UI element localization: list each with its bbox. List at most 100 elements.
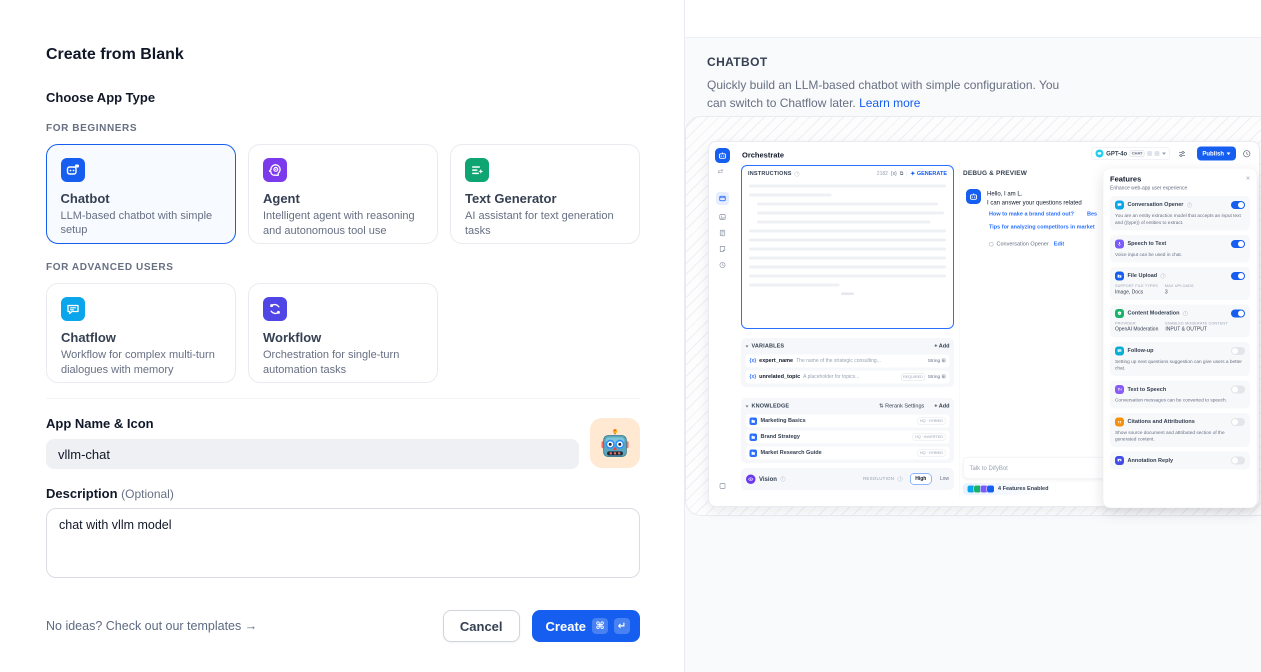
sidebar-item-orchestrate[interactable]	[716, 192, 729, 205]
dataset-badge: HQ · HYBRID	[917, 417, 945, 424]
variable-desc: The name of the strategic consulting...	[796, 358, 925, 364]
feature-card-file-upload: File Upload i SUPPORT FILE TYPESImage, D…	[1110, 267, 1250, 300]
toggle[interactable]	[1231, 240, 1245, 248]
feature-dot-icon	[987, 485, 995, 493]
sidebar-item-notes[interactable]	[718, 244, 728, 254]
preview-heading: CHATBOT	[707, 55, 1261, 69]
learn-more-link[interactable]: Learn more	[859, 96, 920, 110]
bot-message: Hello, I am L.	[987, 190, 1022, 198]
knowledge-header: KNOWLEDGE ⇅ Rerank Settings + Add	[746, 402, 950, 412]
toggle[interactable]	[1231, 272, 1245, 280]
feature-col-key: SUPPORT FILE TYPES	[1115, 284, 1158, 289]
page-title: Create from Blank	[46, 46, 640, 64]
app-type-card-agent[interactable]: Agent Intelligent agent with reasoning a…	[248, 144, 438, 244]
toggle[interactable]	[1231, 201, 1245, 209]
suggestion-link[interactable]: How to make a brand stand out?	[989, 211, 1074, 218]
feature-desc: Show source document and attributed sect…	[1115, 429, 1245, 442]
swap-icon[interactable]: ⇄	[718, 167, 724, 176]
rerank-settings-button[interactable]: ⇅ Rerank Settings	[879, 403, 924, 410]
info-icon: i	[1187, 203, 1192, 208]
model-selector-chip[interactable]: GPT-4o CHAT	[1092, 147, 1170, 160]
model-settings-icon[interactable]	[1178, 150, 1186, 161]
add-knowledge-button[interactable]: + Add	[934, 403, 949, 410]
toggle[interactable]	[1231, 310, 1245, 318]
generate-button[interactable]: GENERATE	[910, 171, 947, 178]
mini-app-window: ⇄	[708, 141, 1260, 507]
content-moderation-icon	[1115, 309, 1124, 318]
app-type-card-chatbot[interactable]: Chatbot LLM-based chatbot with simple se…	[46, 144, 236, 244]
card-title: Text Generator	[465, 191, 625, 206]
toggle[interactable]	[1231, 418, 1245, 426]
feature-card-content-moderation: Content Moderation i PROVIDEROpenAI Mode…	[1110, 305, 1250, 338]
add-variable-button[interactable]: + Add	[934, 343, 949, 350]
group-advanced-label: FOR ADVANCED USERS	[46, 262, 640, 273]
variable-insert-icon[interactable]: {x}	[891, 171, 897, 177]
toggle[interactable]	[1231, 386, 1245, 394]
chevron-down-icon	[1227, 152, 1231, 155]
variable-name: expert_name	[759, 358, 793, 365]
create-button[interactable]: Create ⌘ ↵	[532, 610, 640, 642]
description-label-text: Description	[46, 486, 118, 501]
description-textarea[interactable]	[46, 508, 640, 578]
resolution-high-option[interactable]: High	[910, 474, 931, 485]
feature-card-annotation-reply: Annotation Reply	[1110, 452, 1250, 470]
workflow-icon	[263, 297, 287, 321]
knowledge-row[interactable]: Brand Strategy HQ · INVERTED	[746, 431, 950, 444]
orchestrate-window: ⇄	[708, 141, 1260, 507]
model-provider-icon	[1096, 150, 1104, 158]
chatbot-icon	[61, 158, 85, 182]
feature-desc: You are an entity extraction model that …	[1115, 213, 1245, 226]
knowledge-row[interactable]: Market Research Guide HQ · HYBRID	[746, 447, 950, 460]
history-icon[interactable]	[1243, 150, 1252, 162]
agent-icon	[263, 158, 287, 182]
cancel-button[interactable]: Cancel	[443, 610, 520, 642]
model-param-icon	[1147, 151, 1152, 156]
app-type-card-workflow[interactable]: Workflow Orchestration for single-turn a…	[248, 283, 438, 383]
sidebar-item-collapse[interactable]	[718, 481, 728, 491]
opener-icon	[989, 242, 994, 247]
variable-row[interactable]: {x} unrelated_topic A placeholder for to…	[746, 371, 950, 384]
suggestion-link[interactable]: Tips for analyzing competitors in market	[989, 224, 1095, 231]
features-subtitle: Enhance web-app user experience	[1110, 185, 1250, 191]
sidebar-item-monitoring[interactable]	[718, 260, 728, 270]
chatflow-icon	[61, 297, 85, 321]
app-type-card-chatflow[interactable]: Chatflow Workflow for complex multi-turn…	[46, 283, 236, 383]
resolution-low-option[interactable]: Low	[940, 476, 949, 482]
feature-label: Follow-up	[1128, 348, 1154, 355]
toggle[interactable]	[1231, 347, 1245, 355]
info-icon: i	[1183, 311, 1188, 316]
vision-label: Vision	[759, 475, 777, 483]
sidebar-item-image[interactable]	[718, 212, 728, 222]
dataset-name: Market Research Guide	[761, 450, 914, 457]
knowledge-row[interactable]: Marketing Basics HQ · HYBRID	[746, 415, 950, 428]
knowledge-section: KNOWLEDGE ⇅ Rerank Settings + Add Market…	[741, 398, 954, 463]
collapse-icon[interactable]	[746, 406, 749, 408]
edit-link[interactable]: Edit	[1054, 241, 1064, 248]
feature-col-value: INPUT & OUTPUT	[1165, 327, 1227, 333]
collapse-icon[interactable]	[746, 346, 749, 348]
variable-row[interactable]: {x} expert_name The name of the strategi…	[746, 355, 950, 368]
text-generator-icon	[465, 158, 489, 182]
sparkle-icon	[910, 171, 916, 177]
info-icon: i	[780, 477, 785, 482]
dataset-icon	[750, 449, 758, 457]
variables-header: VARIABLES + Add	[746, 342, 950, 352]
copy-icon[interactable]: ⧉	[900, 171, 904, 177]
vision-section: Vision i RESOLUTION i High Low	[741, 468, 954, 490]
feature-col-key: PROVIDER	[1115, 321, 1158, 326]
sidebar-item-documents[interactable]	[718, 228, 728, 238]
app-type-card-text-generator[interactable]: Text Generator AI assistant for text gen…	[450, 144, 640, 244]
close-icon[interactable]: ×	[1246, 174, 1250, 183]
features-enabled-row[interactable]: 4 Features Enabled	[963, 483, 1052, 495]
app-icon-picker[interactable]	[590, 418, 640, 468]
variable-token-icon: {x}	[750, 358, 757, 364]
app-name-input[interactable]	[46, 439, 579, 469]
feature-desc: Setting up next questions suggestion can…	[1115, 358, 1245, 371]
feature-label: Text to Speech	[1128, 386, 1167, 393]
publish-button[interactable]: Publish	[1197, 147, 1236, 161]
templates-link[interactable]: No ideas? Check out our templates →	[46, 619, 257, 633]
card-desc: LLM-based chatbot with simple setup	[61, 209, 222, 238]
suggestion-link[interactable]: Bes	[1087, 211, 1097, 218]
generate-label: GENERATE	[917, 171, 947, 178]
toggle[interactable]	[1231, 457, 1245, 465]
